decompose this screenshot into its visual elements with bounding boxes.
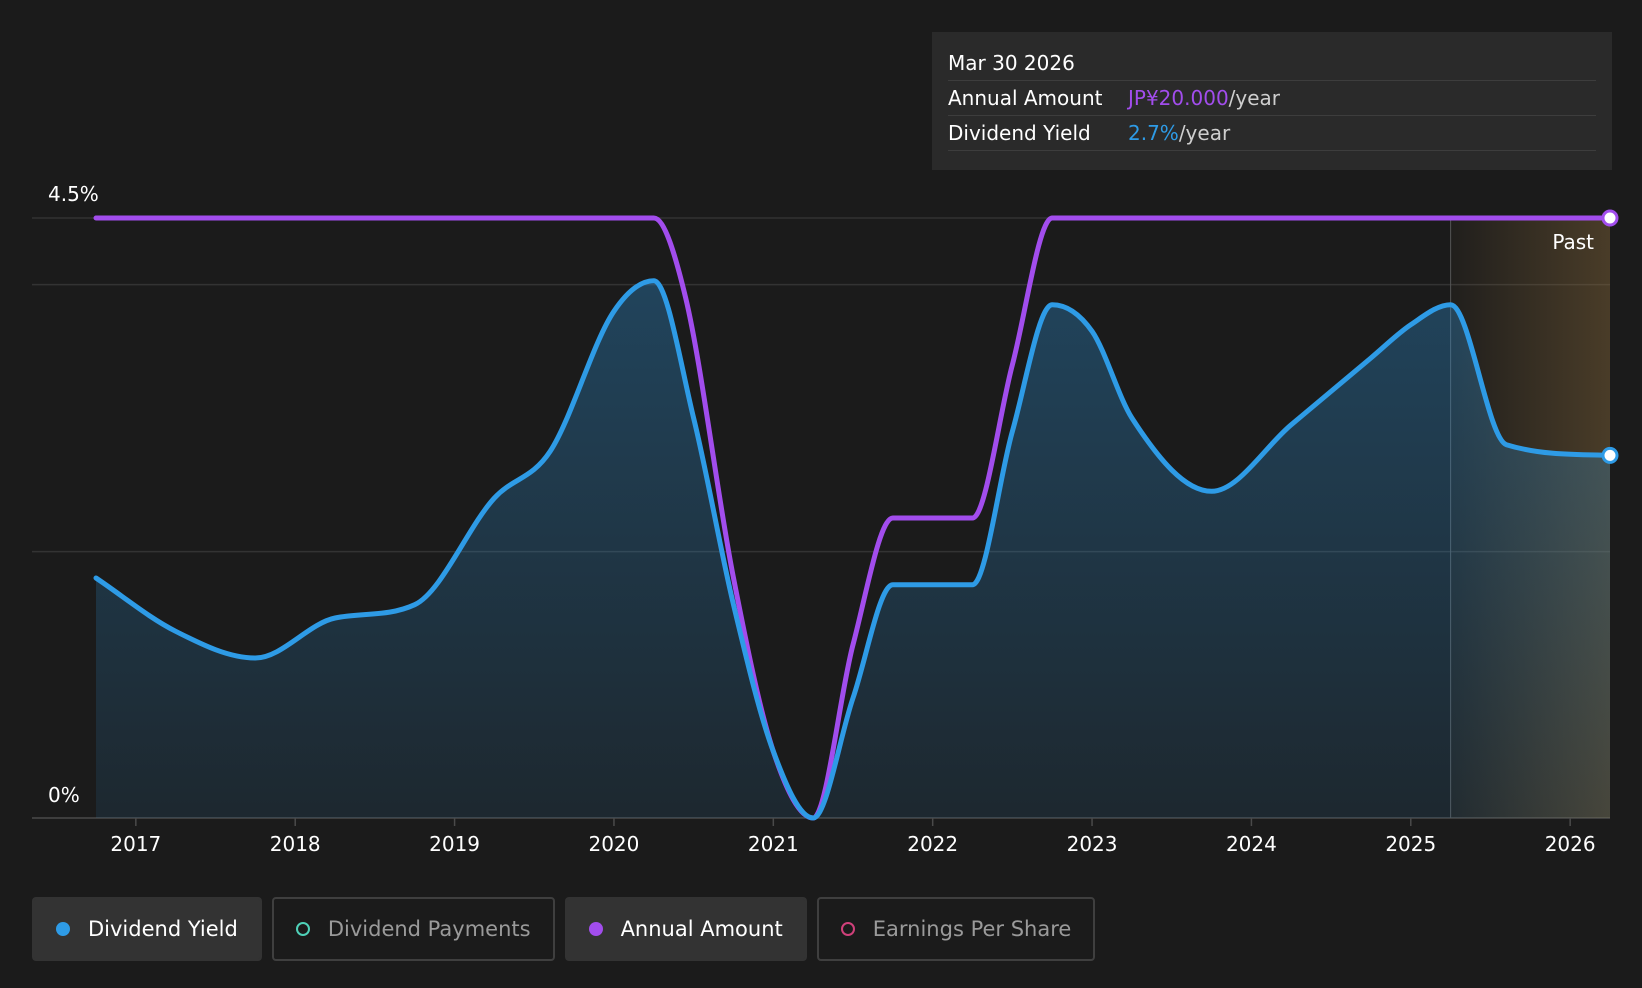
hover-tooltip: Mar 30 2026 Annual Amount JP¥20.000 /yea…: [932, 32, 1612, 170]
tooltip-annual-value: JP¥20.000: [1128, 86, 1229, 110]
chart-legend: Dividend Yield Dividend Payments Annual …: [32, 897, 1096, 961]
x-tick-label-2026: 2026: [1545, 832, 1596, 856]
past-label: Past: [1552, 230, 1594, 254]
legend-dot-dividend-yield: [56, 922, 70, 936]
tooltip-yield-unit: /year: [1178, 121, 1231, 145]
x-tick-label-2022: 2022: [907, 832, 958, 856]
tooltip-annual-label: Annual Amount: [948, 86, 1103, 110]
x-tick-label-2018: 2018: [270, 832, 321, 856]
x-tick-label-2017: 2017: [110, 832, 161, 856]
tooltip-date: Mar 30 2026: [948, 46, 1596, 81]
legend-label-annual-amount: Annual Amount: [620, 917, 783, 941]
x-tick-label-2020: 2020: [588, 832, 639, 856]
x-tick-label-2019: 2019: [429, 832, 480, 856]
legend-dot-annual-amount: [588, 922, 603, 936]
x-tick-label-2023: 2023: [1067, 832, 1118, 856]
legend-dividend-yield[interactable]: Dividend Yield: [32, 897, 262, 961]
legend-dividend-payments[interactable]: Dividend Payments: [271, 897, 555, 961]
legend-earnings-per-share[interactable]: Earnings Per Share: [816, 897, 1096, 961]
legend-label-earnings-per-share: Earnings Per Share: [872, 917, 1072, 941]
x-tick-label-2021: 2021: [748, 832, 799, 856]
legend-dot-dividend-payments: [295, 922, 310, 936]
y-tick-label-min: 0%: [48, 783, 80, 807]
legend-dot-earnings-per-share: [840, 922, 855, 936]
dividend-yield-area: [96, 280, 1610, 818]
legend-label-dividend-yield: Dividend Yield: [88, 917, 238, 941]
annual-amount-marker: [1601, 209, 1619, 227]
tooltip-annual-unit: /year: [1228, 86, 1281, 110]
tooltip-yield-value: 2.7%: [1128, 121, 1179, 145]
x-tick-label-2024: 2024: [1226, 832, 1277, 856]
tooltip-yield-label: Dividend Yield: [948, 121, 1091, 145]
legend-label-dividend-payments: Dividend Payments: [327, 917, 531, 941]
chart-stage: Past 2017 2018 2019 2020 2021 2022 2023 2024 202…: [0, 0, 1642, 988]
dividend-yield-marker: [1601, 446, 1619, 464]
tooltip-yield-row: Dividend Yield 2.7% /year: [948, 116, 1596, 151]
x-tick-label-2025: 2025: [1385, 832, 1436, 856]
tooltip-annual-row: Annual Amount JP¥20.000 /year: [948, 81, 1596, 116]
y-tick-label-max: 4.5%: [48, 182, 99, 206]
legend-annual-amount[interactable]: Annual Amount: [564, 897, 807, 961]
